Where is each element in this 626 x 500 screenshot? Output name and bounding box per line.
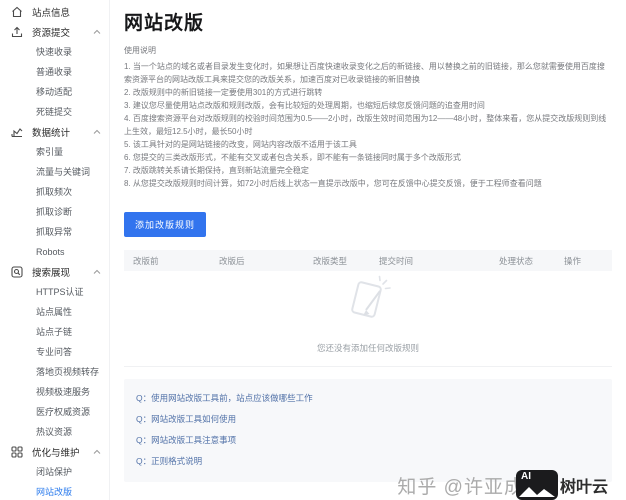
instruction-line: 7. 改版跳转关系请长期保持，直到新站流量完全稳定: [124, 166, 309, 175]
home-icon: [10, 6, 23, 19]
chevron-up-icon: [93, 269, 101, 275]
sidebar-item-crawl-diagnosis[interactable]: 抓取诊断: [0, 202, 109, 222]
chevron-up-icon: [93, 449, 101, 455]
ai-leaf-cloud-logo-icon: AI: [515, 470, 558, 500]
logo-ai-label: AI: [520, 471, 531, 482]
table-header-row: 改版前 改版后 改版类型 提交时间 处理状态 操作: [124, 250, 612, 271]
sidebar-item-dead-link[interactable]: 死链提交: [0, 102, 109, 122]
instruction-line: 1. 当一个站点的域名或者目录发生变化时，如果想让百度快速收录变化之后的新链接、…: [124, 62, 605, 84]
sidebar-item-hot-resource[interactable]: 热议资源: [0, 422, 109, 442]
faq-panel: Q：使用网站改版工具前，站点应该做哪些工作 Q：网站改版工具如何使用 Q：网站改…: [124, 379, 612, 482]
sidebar-item-site-closure[interactable]: 闭站保护: [0, 462, 109, 482]
sidebar-item-site-attribute[interactable]: 站点属性: [0, 302, 109, 322]
instruction-line: 6. 您提交的三类改版形式，不能有交叉或者包含关系，即不能有一条链接同时属于多个…: [124, 153, 461, 162]
sidebar-item-crawl-frequency[interactable]: 抓取频次: [0, 182, 109, 202]
sidebar-item-site-revision[interactable]: 网站改版: [0, 482, 109, 500]
chevron-up-icon: [93, 129, 101, 135]
sidebar-section-resource-submit[interactable]: 资源提交: [0, 22, 109, 42]
faq-link-notes[interactable]: Q：网站改版工具注意事项: [136, 430, 600, 451]
usage-instructions: 1. 当一个站点的域名或者目录发生变化时，如果想让百度快速收录变化之后的新链接、…: [124, 60, 612, 190]
page-title: 网站改版: [124, 13, 205, 34]
sidebar-item-fast-include[interactable]: 快速收录: [0, 42, 109, 62]
sidebar-section-label: 资源提交: [32, 28, 71, 39]
section-divider: [124, 366, 612, 367]
sidebar-item-mobile-adapt[interactable]: 移动适配: [0, 82, 109, 102]
instruction-line: 5. 该工具针对的是网站链接的改变，网站内容改版不适用于该工具: [124, 140, 357, 149]
sidebar-section-optimize-maintain[interactable]: 优化与维护: [0, 442, 109, 462]
chevron-up-icon: [93, 29, 101, 35]
sidebar-item-crawl-error[interactable]: 抓取异常: [0, 222, 109, 242]
sidebar-section-data-stats[interactable]: 数据统计: [0, 122, 109, 142]
column-header-submit-time: 提交时间: [379, 255, 414, 266]
search-icon: [10, 266, 23, 279]
empty-state-text: 您还没有添加任何改版规则: [316, 343, 419, 353]
add-revision-rule-button[interactable]: 添加改版规则: [124, 212, 207, 237]
faq-link-preparation[interactable]: Q：使用网站改版工具前，站点应该做哪些工作: [136, 388, 600, 409]
column-header-status: 处理状态: [499, 255, 534, 266]
main-content: 网站改版 使用说明 1. 当一个站点的域名或者目录发生变化时，如果想让百度快速收…: [110, 0, 626, 500]
instruction-line: 8. 从您提交改版规则时间计算，如72小时后线上状态一直提示改版中，您可在反馈中…: [124, 179, 542, 188]
sidebar-item-landing-video[interactable]: 落地页视频转存: [0, 362, 109, 382]
usage-label: 使用说明: [124, 46, 156, 55]
sidebar-item-https-cert[interactable]: HTTPS认证: [0, 282, 109, 302]
faq-link-regex-format[interactable]: Q：正则格式说明: [136, 451, 600, 472]
sidebar-item-site-info[interactable]: 站点信息: [0, 2, 109, 22]
watermark-text: 知乎 @许亚成: [397, 476, 524, 498]
sidebar-item-traffic-keywords[interactable]: 流量与关键词: [0, 162, 109, 182]
sidebar-item-medical-resource[interactable]: 医疗权威资源: [0, 402, 109, 422]
watermark: 知乎 @许亚成 AI 树叶云: [397, 470, 608, 500]
sidebar-item-professional-qa[interactable]: 专业问答: [0, 342, 109, 362]
grid-icon: [10, 446, 23, 459]
mountain-icon: [518, 487, 555, 497]
sidebar-section-label: 搜索展现: [32, 268, 71, 279]
column-header-before: 改版前: [133, 255, 159, 266]
sidebar-section-label: 优化与维护: [32, 448, 80, 459]
app-window: 站点信息 资源提交 快速收录 普通收录 移动适配 死链提交 数据统计 索引量 流…: [0, 0, 626, 500]
sidebar-item-site-sublink[interactable]: 站点子链: [0, 322, 109, 342]
sidebar: 站点信息 资源提交 快速收录 普通收录 移动适配 死链提交 数据统计 索引量 流…: [0, 0, 110, 500]
sidebar-item-label: 站点信息: [32, 8, 71, 19]
brand-name: 树叶云: [559, 479, 608, 496]
sidebar-item-index-volume[interactable]: 索引量: [0, 142, 109, 162]
column-header-type: 改版类型: [313, 255, 348, 266]
instruction-line: 3. 建议您尽量使用站点改版和规则改版，会有比较短的处理周期，也缩短后续您反馈问…: [124, 101, 485, 110]
sidebar-item-normal-include[interactable]: 普通收录: [0, 62, 109, 82]
submit-icon: [10, 26, 23, 39]
chart-icon: [10, 126, 23, 139]
instruction-line: 4. 百度搜索资源平台对改版规则的校验时间范围为0.5——2小时，改版生效时间范…: [124, 114, 607, 136]
sidebar-item-video-speed[interactable]: 视频极速服务: [0, 382, 109, 402]
sidebar-section-search-display[interactable]: 搜索展现: [0, 262, 109, 282]
empty-state: 您还没有添加任何改版规则: [124, 275, 612, 354]
column-header-after: 改版后: [219, 255, 245, 266]
column-header-action: 操作: [564, 255, 582, 266]
sidebar-item-robots[interactable]: Robots: [0, 242, 109, 262]
faq-link-how-to-use[interactable]: Q：网站改版工具如何使用: [136, 409, 600, 430]
empty-document-illustration: [339, 275, 397, 334]
sidebar-section-label: 数据统计: [32, 128, 71, 139]
instruction-line: 2. 改版规则中的新旧链接一定要使用301的方式进行跳转: [124, 88, 323, 97]
